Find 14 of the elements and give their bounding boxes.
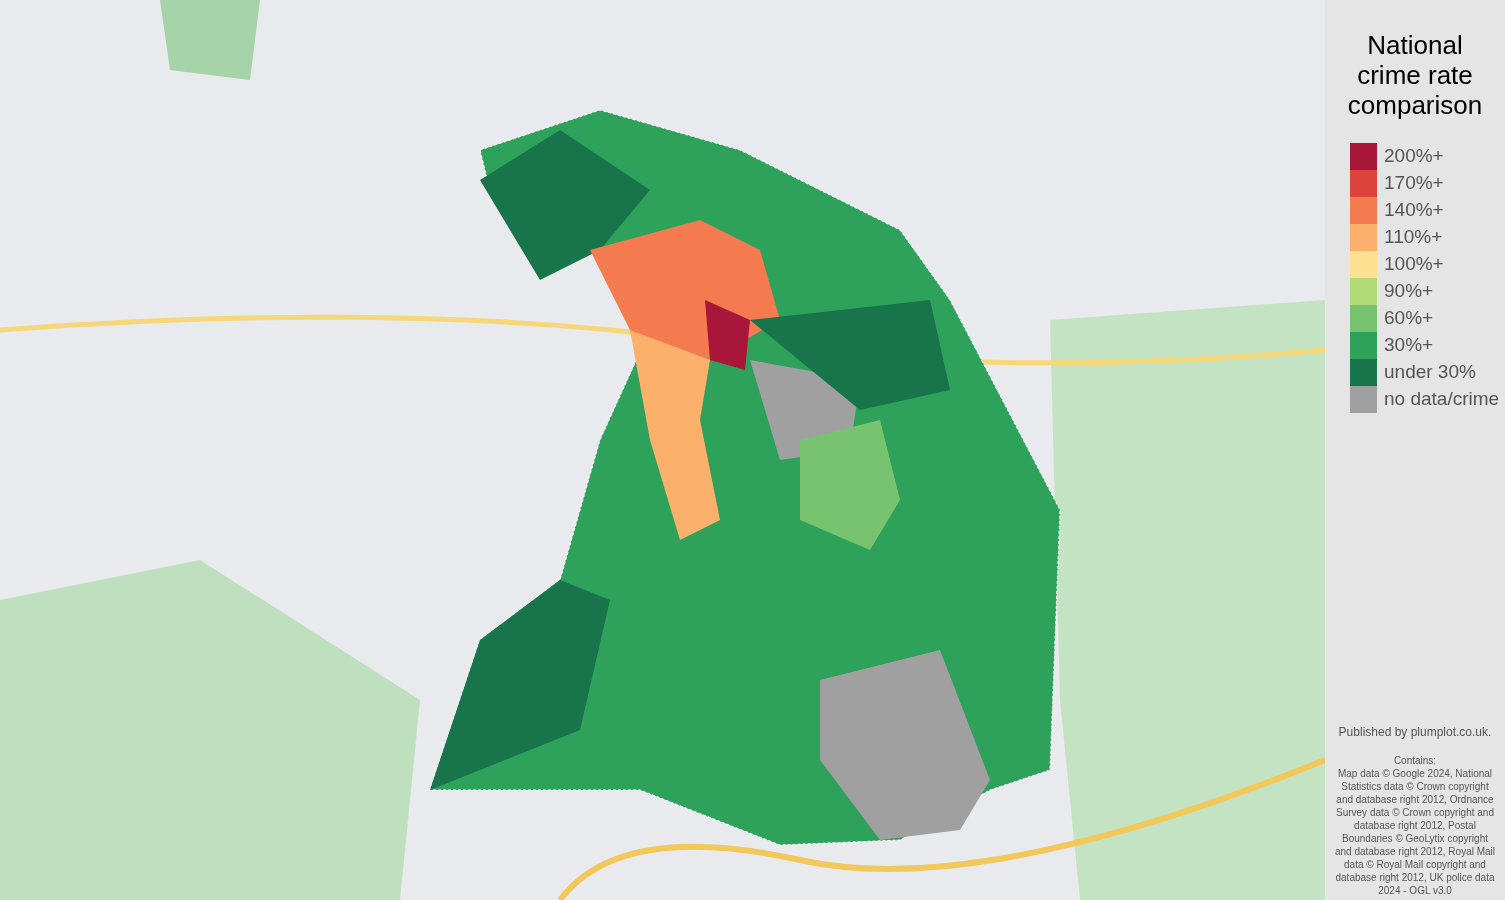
legend-label: 90%+ [1384,279,1434,304]
legend-label: 200%+ [1384,144,1444,169]
credits-text: Map data © Google 2024, National Statistics data © Crown copyright and database right 2012, Ordnance Survey data © Crown copyright and database right 2012, Postal Boundaries © GeoLytix copyright and database right 2012, Royal Mail data © Royal Mail copyright and database right 2012, UK police data 2024 - OGL v3.0 [1333,767,1497,897]
legend-label: 60%+ [1384,306,1434,331]
legend-label: 30%+ [1384,333,1434,358]
legend-title: National crime rate comparison [1346,30,1484,120]
legend-label: no data/crime [1384,387,1500,412]
legend-label: 140%+ [1384,198,1444,223]
credits-heading: Contains: [1393,754,1437,767]
legend-label: under 30% [1384,360,1476,385]
legend-label: 110%+ [1384,225,1443,250]
publisher-text: Published by plumplot.co.uk. [1338,724,1492,741]
legend-label: 170%+ [1384,171,1444,196]
legend-label: 100%+ [1384,252,1444,277]
